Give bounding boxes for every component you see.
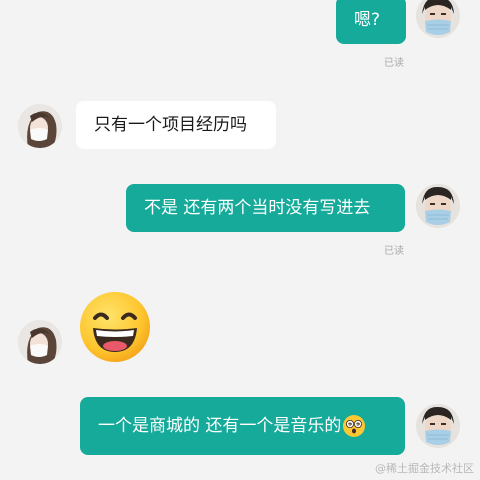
dizzy-face-icon — [343, 415, 366, 437]
self-avatar[interactable] — [416, 404, 460, 448]
contact-avatar-image — [18, 320, 62, 364]
contact-avatar[interactable] — [18, 104, 62, 148]
grinning-face-icon — [80, 292, 150, 362]
message-text: 一个是商城的 还有一个是音乐的 — [98, 416, 342, 436]
outgoing-message-1[interactable]: 嗯? — [336, 0, 406, 44]
grinning-face-sticker[interactable] — [78, 290, 152, 368]
outgoing-message-2[interactable]: 不是 还有两个当时没有写进去 — [126, 184, 405, 232]
read-receipt: 已读 — [384, 58, 404, 69]
self-avatar[interactable] — [416, 184, 460, 228]
watermark: @稀土掘金技术社区 — [375, 460, 474, 476]
contact-avatar-image — [18, 104, 62, 148]
self-avatar-image — [416, 184, 460, 228]
message-text: 不是 还有两个当时没有写进去 — [144, 198, 371, 218]
message-text: 只有一个项目经历吗 — [94, 115, 247, 135]
self-avatar[interactable] — [416, 0, 460, 38]
outgoing-message-3[interactable]: 一个是商城的 还有一个是音乐的 — [80, 397, 405, 455]
message-text: 嗯? — [354, 10, 381, 30]
contact-avatar[interactable] — [18, 320, 62, 364]
self-avatar-image — [416, 0, 460, 38]
incoming-message-1[interactable]: 只有一个项目经历吗 — [76, 101, 276, 149]
self-avatar-image — [416, 404, 460, 448]
watermark-text: @稀土掘金技术社区 — [375, 462, 474, 475]
read-receipt: 已读 — [384, 246, 404, 257]
